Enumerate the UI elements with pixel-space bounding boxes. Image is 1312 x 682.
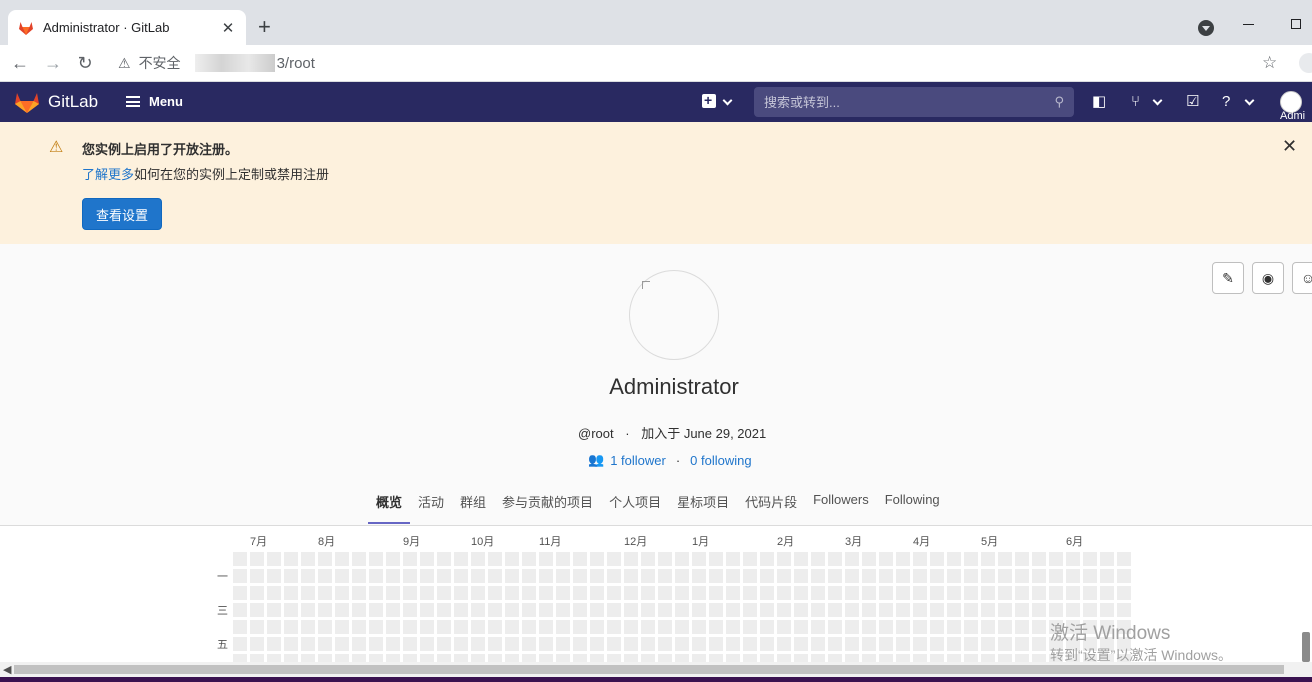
tab-snippets[interactable]: 代码片段 bbox=[737, 488, 805, 524]
day-label: 一 bbox=[217, 571, 228, 583]
month-label: 3月 bbox=[845, 536, 863, 548]
profile-follow-info: 👥 1 follower · 0 following bbox=[588, 452, 752, 468]
banner-description: 如何在您的实例上定制或禁用注册 bbox=[134, 167, 330, 182]
rss-button[interactable]: ◉ bbox=[1252, 262, 1284, 294]
month-label: 12月 bbox=[624, 536, 648, 548]
back-icon[interactable]: ← bbox=[8, 51, 32, 75]
month-label: 6月 bbox=[1066, 536, 1084, 548]
brand-name[interactable]: GitLab bbox=[48, 92, 98, 112]
bookmark-star-icon[interactable]: ☆ bbox=[1262, 53, 1277, 73]
chevron-down-icon[interactable] bbox=[722, 95, 733, 106]
tab-title: Administrator · GitLab bbox=[43, 20, 170, 35]
url-path: 3/root bbox=[276, 54, 315, 72]
gitlab-favicon-icon bbox=[19, 21, 33, 35]
gitlab-logo-icon[interactable] bbox=[14, 90, 40, 114]
month-label: 10月 bbox=[471, 536, 495, 548]
reload-icon[interactable]: ↻ bbox=[73, 51, 97, 75]
windows-activation-title: 激活 Windows bbox=[1050, 623, 1171, 644]
search-box[interactable]: ⚲ bbox=[754, 87, 1074, 117]
new-tab-icon[interactable]: + bbox=[258, 15, 271, 39]
merge-requests-icon[interactable]: ⑂ bbox=[1131, 94, 1140, 110]
help-icon[interactable]: ? bbox=[1222, 94, 1230, 110]
month-label: 5月 bbox=[981, 536, 999, 548]
profile-name: Administrator bbox=[609, 374, 739, 399]
learn-more-link[interactable]: 了解更多 bbox=[82, 167, 134, 182]
scroll-left-icon[interactable]: ◀ bbox=[3, 663, 11, 676]
following-link[interactable]: 0 following bbox=[690, 453, 751, 468]
vertical-scrollbar-thumb[interactable] bbox=[1302, 632, 1310, 662]
window-minimize-icon[interactable] bbox=[1243, 24, 1254, 25]
warning-icon: ⚠ bbox=[49, 139, 64, 156]
tab-overview[interactable]: 概览 bbox=[368, 488, 411, 524]
tab-activity[interactable]: 活动 bbox=[410, 488, 452, 524]
profile-username: @root bbox=[578, 426, 614, 441]
day-label: 三 bbox=[217, 605, 228, 617]
search-icon: ⚲ bbox=[1054, 94, 1064, 109]
month-label: 2月 bbox=[777, 536, 795, 548]
separator-dot: · bbox=[675, 452, 681, 468]
horizontal-scrollbar[interactable]: ◀ bbox=[0, 662, 1312, 677]
users-icon: 👥 bbox=[588, 452, 605, 467]
tab-close-icon[interactable]: ✕ bbox=[220, 19, 236, 37]
scrollbar-thumb[interactable] bbox=[14, 665, 1284, 674]
browser-profile-icon[interactable] bbox=[1299, 53, 1312, 73]
tab-starred-projects[interactable]: 星标项目 bbox=[669, 488, 737, 524]
taskbar-edge bbox=[0, 677, 1312, 682]
open-registration-banner: ⚠ 您实例上启用了开放注册。 了解更多如何在您的实例上定制或禁用注册 查看设置 … bbox=[0, 122, 1312, 244]
tab-personal-projects[interactable]: 个人项目 bbox=[601, 488, 669, 524]
month-label: 11月 bbox=[539, 536, 562, 548]
view-settings-button[interactable]: 查看设置 bbox=[82, 198, 162, 230]
browser-tab[interactable]: Administrator · GitLab ✕ bbox=[8, 10, 246, 45]
new-item-icon[interactable] bbox=[702, 92, 716, 108]
search-input[interactable] bbox=[764, 94, 1055, 110]
insecure-label[interactable]: 不安全 bbox=[139, 53, 181, 73]
followers-link[interactable]: 1 follower bbox=[610, 453, 666, 468]
profile-tabs: 概览 活动 群组 参与贡献的项目 个人项目 星标项目 代码片段 Follower… bbox=[368, 488, 948, 524]
chevron-down-icon[interactable] bbox=[1244, 95, 1255, 106]
broken-image-icon bbox=[642, 281, 650, 289]
tab-contributed-projects[interactable]: 参与贡献的项目 bbox=[494, 488, 601, 524]
chevron-down-icon[interactable] bbox=[1152, 95, 1163, 106]
profile-meta: @root · 加入于 June 29, 2021 bbox=[578, 423, 766, 442]
tab-search-icon[interactable] bbox=[1198, 20, 1214, 36]
browser-toolbar: ← → ↻ ⚠ 不安全 3/root ☆ bbox=[0, 45, 1312, 82]
banner-text: 了解更多如何在您的实例上定制或禁用注册 bbox=[82, 164, 329, 183]
month-label: 1月 bbox=[692, 536, 710, 548]
month-label: 4月 bbox=[913, 536, 931, 548]
menu-button[interactable]: Menu bbox=[126, 94, 183, 109]
gitlab-header: GitLab Menu ⚲ ◧ ⑂ ☑ ? Admi bbox=[0, 82, 1312, 122]
issues-icon[interactable]: ◧ bbox=[1092, 94, 1106, 110]
month-label: 9月 bbox=[403, 536, 421, 548]
day-label: 五 bbox=[217, 639, 228, 651]
tab-following[interactable]: Following bbox=[877, 488, 948, 524]
address-bar[interactable]: ⚠ 不安全 3/root bbox=[106, 48, 1296, 78]
edit-profile-button[interactable]: ✎ bbox=[1212, 262, 1244, 294]
redacted-host bbox=[194, 54, 275, 72]
month-label: 7月 bbox=[250, 536, 268, 548]
banner-title: 您实例上启用了开放注册。 bbox=[82, 142, 239, 157]
hamburger-icon bbox=[126, 96, 140, 107]
separator-dot: · bbox=[625, 426, 630, 441]
month-label: 8月 bbox=[318, 536, 336, 548]
window-restore-icon[interactable] bbox=[1291, 19, 1301, 29]
profile-joined: 加入于 June 29, 2021 bbox=[641, 426, 767, 441]
tab-followers[interactable]: Followers bbox=[805, 488, 877, 524]
tab-groups[interactable]: 群组 bbox=[452, 488, 494, 524]
menu-label: Menu bbox=[149, 94, 183, 109]
warning-icon[interactable]: ⚠ bbox=[118, 55, 131, 72]
user-short-name[interactable]: Admi bbox=[1280, 110, 1305, 122]
profile-avatar bbox=[629, 270, 719, 360]
todo-icon[interactable]: ☑ bbox=[1186, 94, 1199, 110]
user-info-button[interactable]: ☺ bbox=[1292, 262, 1312, 294]
close-icon[interactable]: ✕ bbox=[1282, 136, 1297, 157]
browser-tabstrip: Administrator · GitLab ✕ + bbox=[0, 0, 1312, 45]
forward-icon[interactable]: → bbox=[41, 51, 65, 75]
